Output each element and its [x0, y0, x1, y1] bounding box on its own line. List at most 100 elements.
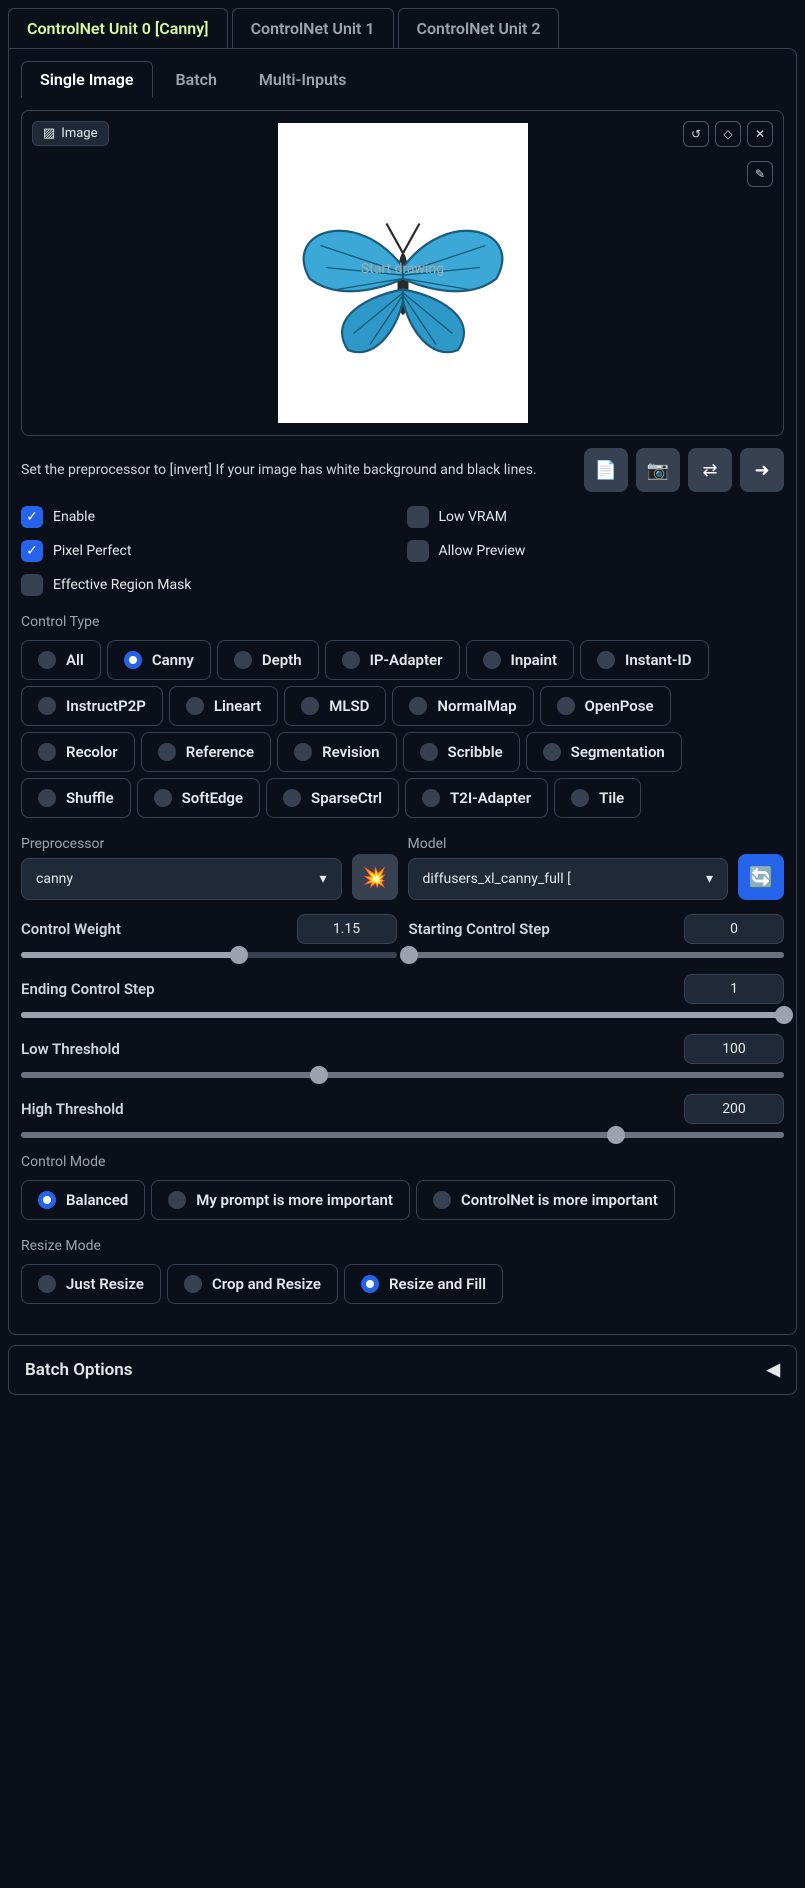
starting-step-slider[interactable] — [409, 952, 785, 958]
low-vram-label: Low VRAM — [439, 509, 507, 525]
control-type-option-label: All — [66, 651, 84, 669]
control-type-option-label: SoftEdge — [182, 789, 243, 807]
control-type-option-canny[interactable]: Canny — [107, 640, 211, 680]
control-type-option-label: Shuffle — [66, 789, 114, 807]
allow-preview-checkbox[interactable] — [407, 540, 429, 562]
control-mode-option-my-prompt-is-more-important[interactable]: My prompt is more important — [151, 1180, 410, 1220]
control-type-option-inpaint[interactable]: Inpaint — [466, 640, 575, 680]
control-type-option-instant-id[interactable]: Instant-ID — [580, 640, 709, 680]
control-type-option-recolor[interactable]: Recolor — [21, 732, 135, 772]
radio-dot-icon — [294, 743, 312, 761]
edit-button[interactable]: ✎ — [747, 161, 773, 187]
control-type-option-label: Instant-ID — [625, 651, 692, 669]
new-canvas-button[interactable]: 📄 — [584, 448, 628, 492]
control-type-option-normalmap[interactable]: NormalMap — [392, 686, 533, 726]
control-type-option-softedge[interactable]: SoftEdge — [137, 778, 260, 818]
model-value: diffusers_xl_canny_full [ — [423, 871, 571, 887]
control-type-option-depth[interactable]: Depth — [217, 640, 319, 680]
control-type-option-t2i-adapter[interactable]: T2I-Adapter — [405, 778, 548, 818]
ending-step-slider[interactable] — [21, 1012, 784, 1018]
preprocessor-select[interactable]: canny ▾ — [21, 858, 342, 900]
radio-dot-icon — [557, 697, 575, 715]
low-vram-checkbox[interactable] — [407, 506, 429, 528]
erase-button[interactable]: ◇ — [715, 121, 741, 147]
control-mode-option-label: Balanced — [66, 1191, 128, 1209]
control-type-option-openpose[interactable]: OpenPose — [540, 686, 671, 726]
tab-multi-inputs[interactable]: Multi-Inputs — [240, 61, 366, 98]
image-drop-area[interactable]: ▨ Image ↺ ◇ ✕ ✎ — [21, 110, 784, 436]
control-mode-group: Balanced My prompt is more important Contr… — [21, 1180, 784, 1220]
radio-dot-icon — [158, 743, 176, 761]
starting-step-label: Starting Control Step — [409, 920, 550, 938]
undo-button[interactable]: ↺ — [683, 121, 709, 147]
control-type-option-ip-adapter[interactable]: IP-Adapter — [325, 640, 460, 680]
swap-button[interactable]: ⇄ — [688, 448, 732, 492]
tab-single-image[interactable]: Single Image — [21, 61, 153, 98]
send-button[interactable]: ➜ — [740, 448, 784, 492]
resize-mode-option-just-resize[interactable]: Just Resize — [21, 1264, 161, 1304]
control-type-option-all[interactable]: All — [21, 640, 101, 680]
control-mode-option-label: My prompt is more important — [196, 1191, 393, 1209]
hint-row: Set the preprocessor to [invert] If your… — [21, 448, 784, 492]
radio-dot-icon — [422, 789, 440, 807]
low-threshold-slider[interactable] — [21, 1072, 784, 1078]
input-mode-tabs: Single Image Batch Multi-Inputs — [21, 61, 784, 98]
resize-mode-label: Resize Mode — [21, 1238, 784, 1254]
enable-checkbox[interactable]: ✓ — [21, 506, 43, 528]
ending-step-value[interactable]: 1 — [684, 974, 784, 1004]
control-type-option-shuffle[interactable]: Shuffle — [21, 778, 131, 818]
tab-unit-1[interactable]: ControlNet Unit 1 — [232, 8, 394, 48]
tab-batch[interactable]: Batch — [157, 61, 236, 98]
control-type-option-label: Revision — [322, 743, 379, 761]
control-type-option-label: OpenPose — [585, 697, 654, 715]
control-type-option-reference[interactable]: Reference — [141, 732, 271, 772]
close-button[interactable]: ✕ — [747, 121, 773, 147]
radio-dot-icon — [38, 789, 56, 807]
resize-mode-option-resize-and-fill[interactable]: Resize and Fill — [344, 1264, 503, 1304]
webcam-button[interactable]: 📷 — [636, 448, 680, 492]
control-type-option-tile[interactable]: Tile — [554, 778, 641, 818]
high-threshold-value[interactable]: 200 — [684, 1094, 784, 1124]
tab-unit-2[interactable]: ControlNet Unit 2 — [398, 8, 560, 48]
low-threshold-value[interactable]: 100 — [684, 1034, 784, 1064]
run-preprocessor-button[interactable]: 💥 — [352, 854, 398, 900]
radio-dot-icon — [283, 789, 301, 807]
high-threshold-label: High Threshold — [21, 1100, 124, 1118]
control-type-option-lineart[interactable]: Lineart — [169, 686, 278, 726]
control-type-option-scribble[interactable]: Scribble — [403, 732, 520, 772]
chevron-left-icon: ◀ — [767, 1360, 780, 1380]
high-threshold-slider[interactable] — [21, 1132, 784, 1138]
starting-step-value[interactable]: 0 — [684, 914, 784, 944]
batch-options-accordion[interactable]: Batch Options ◀ — [8, 1345, 797, 1395]
control-type-option-instructp2p[interactable]: InstructP2P — [21, 686, 163, 726]
control-mode-option-controlnet-is-more-important[interactable]: ControlNet is more important — [416, 1180, 675, 1220]
effective-region-mask-checkbox[interactable] — [21, 574, 43, 596]
image-icon: ▨ — [43, 126, 55, 141]
radio-dot-icon — [597, 651, 615, 669]
tab-unit-0[interactable]: ControlNet Unit 0 [Canny] — [8, 8, 228, 48]
control-type-option-revision[interactable]: Revision — [277, 732, 396, 772]
control-type-option-sparsectrl[interactable]: SparseCtrl — [266, 778, 399, 818]
control-type-option-segmentation[interactable]: Segmentation — [526, 732, 682, 772]
refresh-models-button[interactable]: 🔄 — [738, 854, 784, 900]
model-select[interactable]: diffusers_xl_canny_full [ ▾ — [408, 858, 729, 900]
control-weight-slider[interactable] — [21, 952, 397, 958]
control-type-option-label: NormalMap — [437, 697, 516, 715]
radio-dot-icon — [38, 697, 56, 715]
pixel-perfect-checkbox[interactable]: ✓ — [21, 540, 43, 562]
control-weight-value[interactable]: 1.15 — [297, 914, 397, 944]
resize-mode-option-crop-and-resize[interactable]: Crop and Resize — [167, 1264, 338, 1304]
uploaded-image-preview: Start drawing — [278, 123, 528, 423]
radio-dot-icon — [186, 697, 204, 715]
control-type-option-label: Scribble — [448, 743, 503, 761]
radio-dot-icon — [571, 789, 589, 807]
radio-dot-icon — [301, 697, 319, 715]
resize-mode-option-label: Resize and Fill — [389, 1275, 486, 1293]
control-mode-option-balanced[interactable]: Balanced — [21, 1180, 145, 1220]
control-type-option-mlsd[interactable]: MLSD — [284, 686, 386, 726]
image-label-chip: ▨ Image — [32, 121, 109, 146]
control-type-option-label: Inpaint — [511, 651, 558, 669]
preprocessor-hint: Set the preprocessor to [invert] If your… — [21, 460, 576, 481]
resize-mode-group: Just ResizeCrop and Resize Resize and Fil… — [21, 1264, 784, 1304]
chevron-down-icon: ▾ — [319, 871, 326, 887]
